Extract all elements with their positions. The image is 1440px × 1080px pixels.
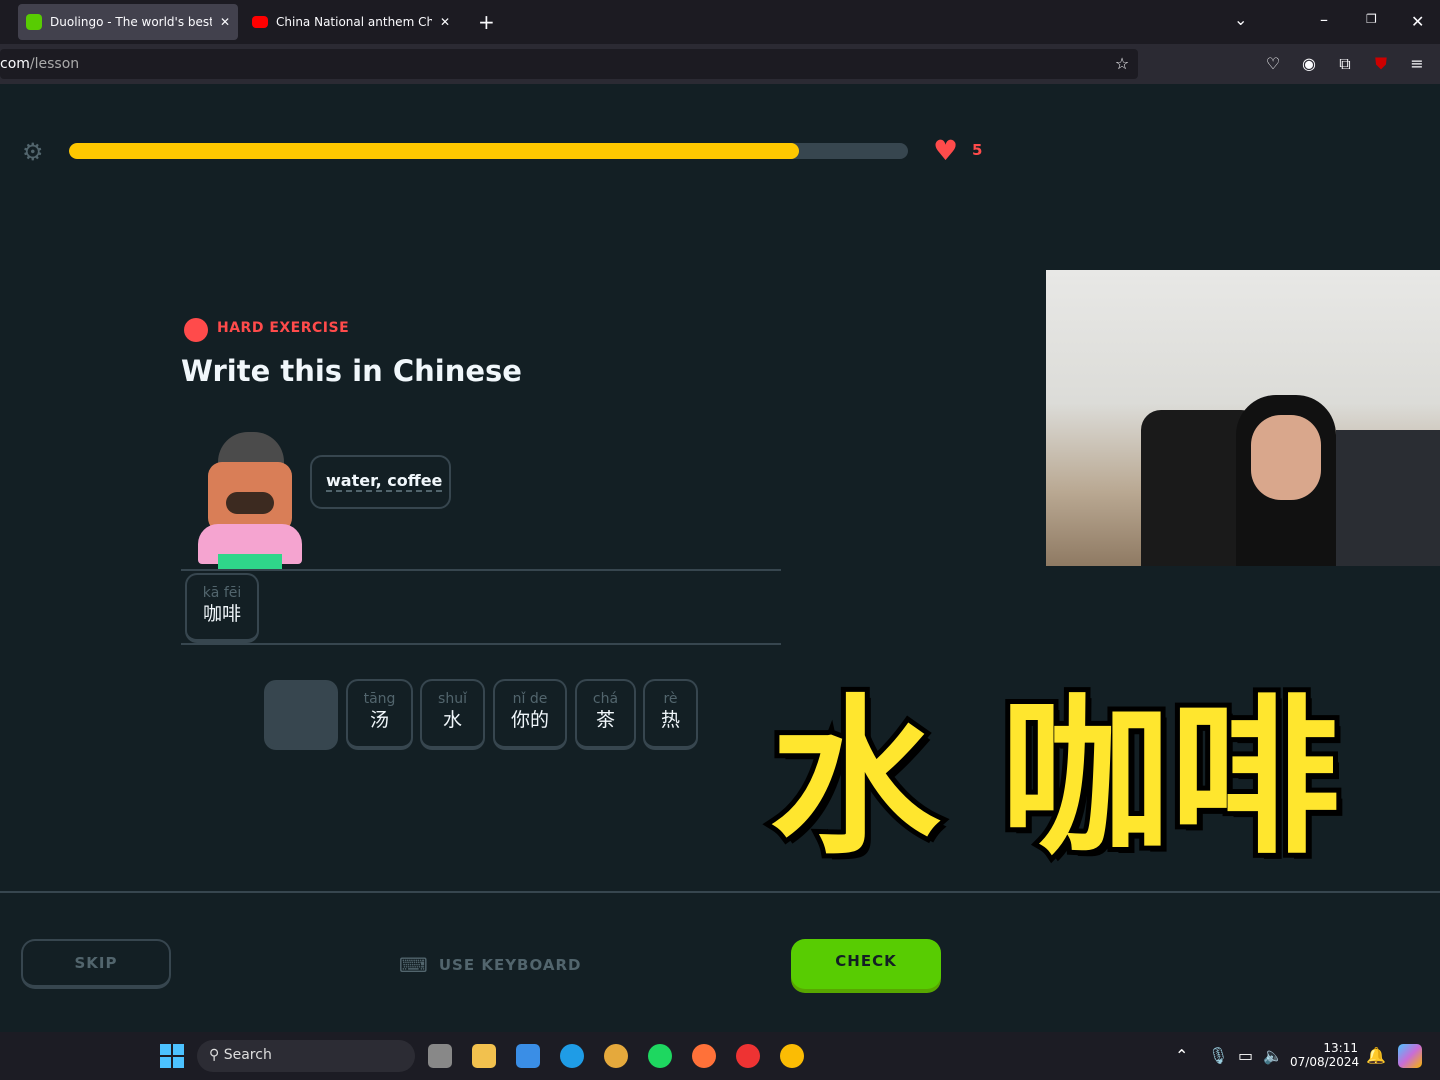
check-button[interactable]: CHECK xyxy=(791,939,941,989)
bookmark-star-icon[interactable]: ☆ xyxy=(1112,54,1132,74)
word-bank-empty-slot xyxy=(264,680,338,750)
browser-tab-bar: Duolingo - The world's best wa ✕ China N… xyxy=(0,0,1440,44)
pocket-icon[interactable]: ♡ xyxy=(1263,54,1283,74)
prompt-speech-bubble[interactable]: water, coffee xyxy=(310,455,451,509)
skip-button[interactable]: SKIP xyxy=(21,939,171,989)
extensions-icon[interactable]: ⧉ xyxy=(1335,54,1355,74)
word-tile[interactable]: shuǐ 水 xyxy=(420,679,485,750)
word-tile[interactable]: tāng 汤 xyxy=(346,679,413,750)
footer-divider xyxy=(0,891,1440,893)
webcam-overlay xyxy=(1046,270,1440,566)
answer-line-top xyxy=(181,569,781,571)
hearts-count: 5 xyxy=(972,141,983,159)
windows-start-icon[interactable] xyxy=(160,1044,184,1068)
youtube-favicon-icon xyxy=(252,16,268,28)
word-tile[interactable]: rè 热 xyxy=(643,679,698,750)
tab-duolingo[interactable]: Duolingo - The world's best wa ✕ xyxy=(18,4,238,40)
keyboard-icon: ⌨ xyxy=(399,953,429,977)
tab-youtube[interactable]: China National anthem Chinese ✕ xyxy=(244,4,458,40)
close-tab-icon[interactable]: ✕ xyxy=(220,15,230,29)
restore-icon[interactable]: ❐ xyxy=(1366,12,1377,26)
task-view-icon[interactable] xyxy=(428,1044,452,1068)
use-keyboard-button[interactable]: ⌨ USE KEYBOARD xyxy=(399,953,581,977)
close-window-icon[interactable]: ✕ xyxy=(1411,12,1424,31)
word-tile[interactable]: chá 茶 xyxy=(575,679,636,750)
tray-chevron-icon[interactable]: ⌃ xyxy=(1175,1046,1188,1065)
answer-line-bottom xyxy=(181,643,781,645)
dumbbell-icon xyxy=(184,318,208,342)
spotify-icon[interactable] xyxy=(648,1044,672,1068)
clock[interactable]: 13:11 07/08/2024 xyxy=(1290,1041,1359,1069)
edge-icon[interactable] xyxy=(560,1044,584,1068)
duolingo-favicon-icon xyxy=(26,14,42,30)
microphone-icon[interactable]: 🎙 xyxy=(1208,1046,1228,1065)
character-avatar xyxy=(198,432,302,570)
progress-fill xyxy=(69,143,799,159)
search-icon: ⚲ xyxy=(209,1047,220,1063)
taskbar-search[interactable]: ⚲ Search xyxy=(197,1040,415,1072)
page-title: Write this in Chinese xyxy=(181,354,522,388)
hard-exercise-badge: HARD EXERCISE xyxy=(217,320,350,336)
firefox-icon[interactable] xyxy=(692,1044,716,1068)
network-icon[interactable]: ▭ xyxy=(1238,1046,1253,1065)
list-tabs-icon[interactable]: ⌄ xyxy=(1234,10,1247,29)
app-icon[interactable] xyxy=(604,1044,628,1068)
overlay-text-coffee: 咖啡 xyxy=(995,675,1345,883)
notification-bell-icon[interactable]: 🔔 xyxy=(1366,1046,1386,1065)
volume-icon[interactable]: 🔈 xyxy=(1263,1046,1283,1065)
account-icon[interactable]: ◉ xyxy=(1299,54,1319,74)
copilot-icon[interactable] xyxy=(1398,1044,1422,1068)
file-explorer-icon[interactable] xyxy=(472,1044,496,1068)
url-bar[interactable]: com/lesson xyxy=(0,49,1138,79)
ublock-icon[interactable]: ⛊ xyxy=(1371,54,1391,74)
minimize-icon[interactable]: – xyxy=(1320,10,1328,29)
store-icon[interactable] xyxy=(516,1044,540,1068)
word-tile[interactable]: nǐ de 你的 xyxy=(493,679,567,750)
close-tab-icon[interactable]: ✕ xyxy=(440,15,450,29)
lesson-progress-bar xyxy=(69,143,908,159)
app-red-icon[interactable] xyxy=(736,1044,760,1068)
heart-icon: ♥ xyxy=(933,134,959,167)
settings-gear-icon[interactable]: ⚙ xyxy=(22,138,44,166)
new-tab-button[interactable]: + xyxy=(478,10,495,34)
menu-icon[interactable]: ≡ xyxy=(1407,54,1427,74)
overlay-text-water: 水 xyxy=(765,675,945,883)
chrome-icon[interactable] xyxy=(780,1044,804,1068)
answer-tile[interactable]: kā fēi 咖啡 xyxy=(185,573,259,643)
